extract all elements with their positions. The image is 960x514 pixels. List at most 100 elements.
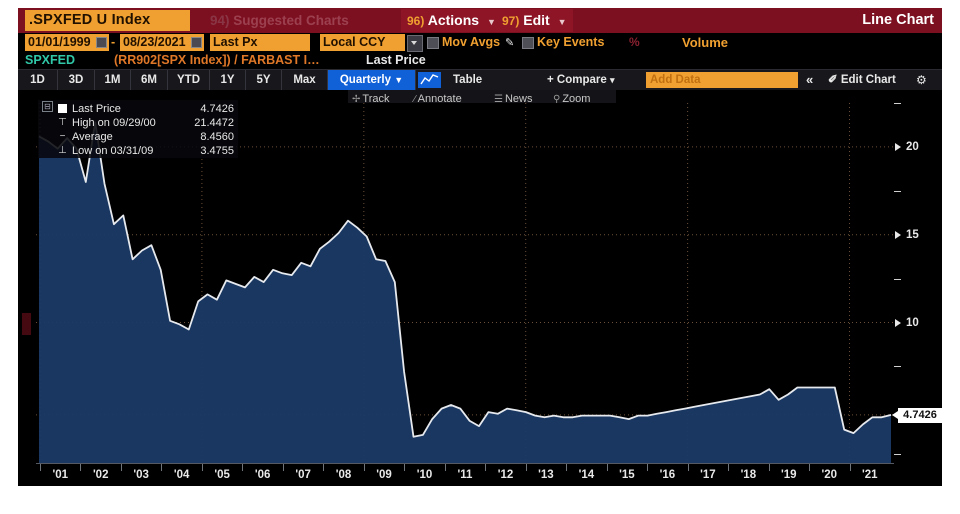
x-tick-label: '16 [651, 467, 683, 483]
legend-marker-icon: − [57, 131, 68, 142]
chart-area-fill [39, 122, 891, 463]
volume-label[interactable]: Volume [682, 34, 728, 51]
x-tick-label: '10 [409, 467, 441, 483]
range-button-ytd[interactable]: YTD [168, 70, 210, 90]
parameter-bar: 01/01/1999 - 08/23/2021 Last Px Local CC… [18, 33, 942, 52]
bloomberg-terminal-window: .SPXFED U Index 94) Suggested Charts 96)… [18, 8, 942, 486]
compare-button[interactable]: + Compare ▾ [547, 70, 615, 90]
event-marker [22, 313, 31, 335]
x-tick-separator [769, 464, 770, 471]
chart-toolbar: 1D 3D 1M 6M YTD 1Y 5YMax Quarterly ▼ Table + C… [18, 69, 942, 90]
range-button-1m[interactable]: 1M [95, 70, 131, 90]
range-button-label: 1Y [220, 74, 234, 86]
pencil-icon[interactable]: ✎ [505, 36, 514, 49]
suggested-charts-menu[interactable]: 94) Suggested Charts [210, 11, 349, 30]
last-price-tag: 4.7426 [898, 408, 942, 423]
x-tick-separator [688, 464, 689, 471]
legend-marker-icon: ⊥ [57, 145, 68, 156]
mov-avgs-checkbox[interactable] [427, 37, 439, 49]
ticker-input[interactable]: .SPXFED U Index [25, 10, 190, 31]
range-button-5y[interactable]: 5Y [246, 70, 282, 90]
calendar-icon[interactable] [191, 37, 202, 48]
chart-type-title: Line Chart [862, 9, 934, 32]
x-tick-separator [647, 464, 648, 471]
x-tick-label: '14 [570, 467, 602, 483]
x-tick-label: '15 [611, 467, 643, 483]
y-tick-arrow [895, 143, 901, 151]
range-button-label: 6M [141, 74, 157, 86]
y-minor-tick [894, 279, 901, 280]
line-chart-icon[interactable] [418, 72, 441, 88]
mov-avgs-label: Mov Avgs [442, 34, 500, 51]
x-tick-label: '07 [287, 467, 319, 483]
currency-dropdown-arrow[interactable] [407, 35, 423, 52]
legend-row: ⊤High on 09/29/0021.4472 [38, 116, 238, 130]
suggested-charts-label: Suggested Charts [233, 13, 349, 28]
x-tick-label: '17 [692, 467, 724, 483]
calendar-icon[interactable] [96, 37, 107, 48]
x-tick-label: '13 [530, 467, 562, 483]
edit-label: Edit [523, 12, 549, 28]
legend-row: −Average8.4560 [38, 130, 238, 144]
x-tick-separator [242, 464, 243, 471]
pencil-icon: ✐ [828, 74, 838, 86]
price-type-input[interactable]: Last Px [210, 34, 310, 51]
range-button-1d[interactable]: 1D [18, 70, 58, 90]
x-tick-label: '11 [449, 467, 481, 483]
compare-label: Compare [557, 74, 607, 86]
x-tick-separator [404, 464, 405, 471]
range-button-label: YTD [177, 74, 200, 86]
range-button-label: 1D [30, 74, 45, 86]
y-tick-label: 20 [906, 141, 919, 153]
add-data-input[interactable]: Add Data [646, 72, 798, 88]
edit-chart-button[interactable]: ✐ Edit Chart [828, 70, 896, 90]
x-tick-separator [485, 464, 486, 471]
header-bar: .SPXFED U Index 94) Suggested Charts 96)… [18, 8, 942, 33]
gear-icon[interactable]: ⚙ [916, 70, 927, 90]
x-tick-label: '09 [368, 467, 400, 483]
x-tick-separator [526, 464, 527, 471]
x-tick-separator [607, 464, 608, 471]
table-button[interactable]: Table [453, 70, 482, 90]
periodicity-selector[interactable]: Quarterly ▼ [328, 70, 416, 90]
x-tick-label: '19 [773, 467, 805, 483]
y-tick-arrow [895, 231, 901, 239]
chevron-down-icon: ▼ [487, 17, 496, 27]
edit-menu[interactable]: 97) Edit ▼ [496, 9, 573, 32]
x-tick-separator [566, 464, 567, 471]
y-minor-tick [894, 191, 901, 192]
legend-label: Last Price [72, 102, 121, 116]
range-button-3d[interactable]: 3D [58, 70, 95, 90]
x-tick-label: '21 [854, 467, 886, 483]
x-tick-separator [202, 464, 203, 471]
suggested-charts-number: 94) [210, 13, 230, 28]
legend-marker-icon: ⊤ [57, 117, 68, 128]
range-button-6m[interactable]: 6M [131, 70, 168, 90]
security-code: SPXFED [25, 52, 75, 69]
range-button-max[interactable]: Max [282, 70, 328, 90]
actions-menu[interactable]: 96) Actions ▼ [401, 9, 502, 32]
screenshot-root: .SPXFED U Index 94) Suggested Charts 96)… [0, 0, 960, 514]
chevron-down-icon: ▼ [558, 17, 567, 27]
edit-chart-label: Edit Chart [841, 74, 896, 86]
x-tick-label: '04 [166, 467, 198, 483]
currency-input[interactable]: Local CCY [320, 34, 405, 51]
actions-label: Actions [428, 12, 479, 28]
x-tick-label: '08 [328, 467, 360, 483]
range-button-label: 1M [105, 74, 121, 86]
x-tick-label: '05 [206, 467, 238, 483]
periodicity-label: Quarterly [340, 74, 391, 86]
y-minor-tick [894, 366, 901, 367]
legend-row: ⊥Low on 03/31/093.4755 [38, 144, 238, 158]
x-axis: '01'02'03'04'05'06'07'08'09'10'11'12'13'… [36, 463, 894, 486]
range-button-1y[interactable]: 1Y [210, 70, 246, 90]
x-tick-label: '02 [85, 467, 117, 483]
key-events-checkbox[interactable] [522, 37, 534, 49]
x-tick-separator [161, 464, 162, 471]
percent-icon[interactable]: % [629, 34, 640, 51]
y-tick-label: 15 [906, 229, 919, 241]
x-tick-separator [809, 464, 810, 471]
chevron-down-icon: ▾ [610, 75, 615, 85]
collapse-panel-button[interactable]: « [806, 70, 813, 90]
y-tick-arrow [895, 319, 901, 327]
